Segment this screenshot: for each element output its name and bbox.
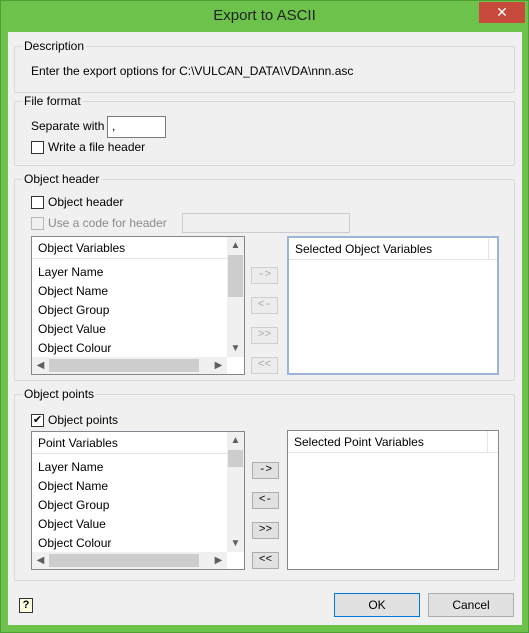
- object-points-checkbox[interactable]: ✔: [31, 413, 44, 427]
- add-point-variable-button[interactable]: ->: [252, 462, 279, 479]
- separator-input[interactable]: ,: [107, 116, 166, 138]
- list-item[interactable]: Layer Name: [38, 265, 103, 279]
- description-group-title: Description: [22, 39, 87, 53]
- header-code-input: [182, 213, 350, 233]
- point-variables-header-label: Point Variables: [38, 436, 118, 450]
- cancel-button[interactable]: Cancel: [428, 593, 514, 617]
- vertical-scrollbar[interactable]: ▲ ▼: [227, 432, 244, 552]
- object-points-group-title: Object points: [22, 387, 97, 401]
- selected-object-variables-list[interactable]: Selected Object Variables: [287, 236, 499, 375]
- object-variables-header-label: Object Variables: [38, 241, 126, 255]
- selected-point-variables-list[interactable]: Selected Point Variables: [287, 430, 499, 570]
- list-item[interactable]: Object Group: [38, 498, 109, 512]
- vertical-scrollbar[interactable]: ▲ ▼: [227, 237, 244, 357]
- help-icon[interactable]: ?: [19, 598, 33, 613]
- remove-all-point-variables-button[interactable]: <<: [252, 552, 279, 569]
- file-format-group: [14, 101, 515, 166]
- object-points-checkbox-label: Object points: [48, 413, 119, 427]
- point-variables-list[interactable]: Point Variables Layer Name Object Name O…: [31, 431, 245, 570]
- checkmark-icon: ✔: [32, 413, 43, 426]
- close-button[interactable]: ✕: [479, 2, 525, 23]
- remove-all-object-variables-button[interactable]: <<: [251, 357, 278, 374]
- object-header-checkbox-row[interactable]: Object header: [31, 195, 123, 209]
- file-format-group-title: File format: [22, 94, 83, 108]
- scroll-left-icon[interactable]: ◀: [32, 552, 49, 569]
- remove-point-variable-button[interactable]: <-: [252, 492, 279, 509]
- scroll-thumb[interactable]: [49, 359, 199, 372]
- list-item[interactable]: Object Value: [38, 517, 106, 531]
- list-item[interactable]: Object Colour: [38, 536, 111, 550]
- column-separator: [487, 431, 488, 453]
- object-variables-header: Object Variables: [32, 237, 227, 259]
- scroll-right-icon[interactable]: ▶: [210, 357, 227, 374]
- selected-object-variables-header: Selected Object Variables: [289, 238, 497, 260]
- add-object-variable-button[interactable]: ->: [251, 267, 278, 284]
- scroll-right-icon[interactable]: ▶: [210, 552, 227, 569]
- selected-point-variables-header-label: Selected Point Variables: [294, 435, 424, 449]
- object-header-checkbox-label: Object header: [48, 195, 124, 209]
- list-item[interactable]: Layer Name: [38, 460, 103, 474]
- close-icon: ✕: [496, 4, 508, 20]
- remove-object-variable-button[interactable]: <-: [251, 297, 278, 314]
- window-title: Export to ASCII: [213, 7, 316, 24]
- dialog-client-area: Description Enter the export options for…: [8, 32, 522, 625]
- list-item[interactable]: Object Colour: [38, 341, 111, 355]
- selected-object-variables-header-label: Selected Object Variables: [295, 242, 433, 256]
- use-code-checkbox: [31, 216, 44, 230]
- object-header-group-title: Object header: [22, 172, 102, 186]
- scroll-left-icon[interactable]: ◀: [32, 357, 49, 374]
- separate-with-label: Separate with: [31, 119, 105, 133]
- column-separator: [488, 238, 489, 260]
- scroll-down-icon[interactable]: ▼: [227, 340, 244, 357]
- horizontal-scrollbar[interactable]: ◀ ▶: [32, 357, 227, 374]
- title-bar[interactable]: Export to ASCII ✕: [1, 1, 528, 32]
- horizontal-scrollbar[interactable]: ◀ ▶: [32, 552, 227, 569]
- ok-button[interactable]: OK: [334, 593, 420, 617]
- write-header-checkbox[interactable]: [31, 140, 44, 154]
- description-text: Enter the export options for C:\VULCAN_D…: [31, 64, 354, 78]
- object-points-checkbox-row[interactable]: ✔ Object points: [31, 413, 118, 427]
- add-all-point-variables-button[interactable]: >>: [252, 522, 279, 539]
- scroll-up-icon[interactable]: ▲: [227, 432, 244, 449]
- scroll-thumb[interactable]: [228, 450, 243, 467]
- use-code-label: Use a code for header: [48, 216, 167, 230]
- write-header-checkbox-row[interactable]: Write a file header: [31, 140, 145, 154]
- object-header-checkbox[interactable]: [31, 195, 44, 209]
- export-dialog-window: Export to ASCII ✕ Description Enter the …: [0, 0, 529, 633]
- object-variables-list[interactable]: Object Variables Layer Name Object Name …: [31, 236, 245, 375]
- write-header-label: Write a file header: [48, 140, 146, 154]
- scroll-thumb[interactable]: [228, 255, 243, 297]
- list-item[interactable]: Object Name: [38, 284, 108, 298]
- point-variables-header: Point Variables: [32, 432, 227, 454]
- list-item[interactable]: Object Value: [38, 322, 106, 336]
- use-code-checkbox-row: Use a code for header: [31, 216, 167, 230]
- scroll-down-icon[interactable]: ▼: [227, 535, 244, 552]
- scroll-up-icon[interactable]: ▲: [227, 237, 244, 254]
- add-all-object-variables-button[interactable]: >>: [251, 327, 278, 344]
- scroll-thumb[interactable]: [49, 554, 199, 567]
- list-item[interactable]: Object Name: [38, 479, 108, 493]
- list-item[interactable]: Object Group: [38, 303, 109, 317]
- selected-point-variables-header: Selected Point Variables: [288, 431, 498, 453]
